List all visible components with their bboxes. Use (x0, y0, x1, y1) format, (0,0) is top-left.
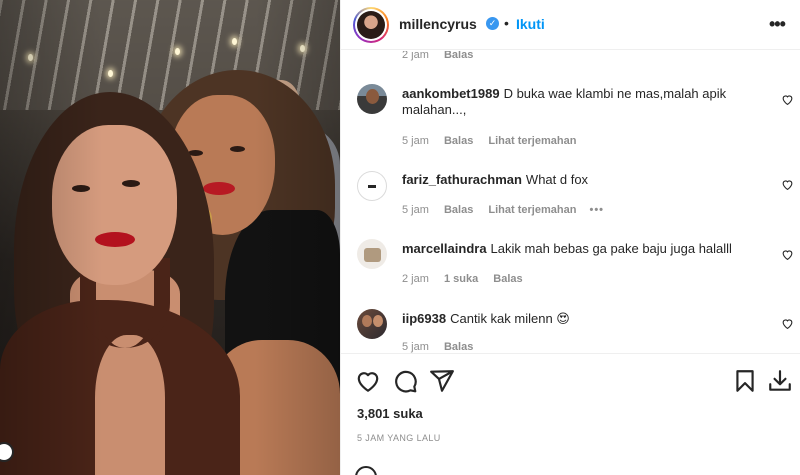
reply-button[interactable]: Balas (444, 341, 473, 353)
comment-text: What d fox (525, 172, 589, 187)
comment-meta: 5 jam Balas Lihat terjemahan (402, 135, 576, 147)
comment-time: 5 jam (402, 341, 429, 353)
like-comment-heart-icon[interactable] (781, 317, 794, 330)
likes-count[interactable]: 3,801 suka (357, 406, 423, 421)
comment-time: 5 jam (402, 135, 429, 147)
verified-badge-icon: ✓ (486, 17, 499, 30)
comment-body: iip6938 Cantik kak milenn 😍 (402, 311, 742, 327)
comment-meta: 5 jam Balas (402, 341, 473, 353)
comment-time: 2 jam (402, 51, 429, 61)
follow-button[interactable]: Ikuti (516, 16, 545, 32)
more-options-icon[interactable]: ••• (769, 14, 786, 35)
commenter-avatar[interactable] (357, 171, 387, 201)
comment-meta: 5 jam Balas Lihat terjemahan ••• (402, 204, 604, 216)
save-icon[interactable] (732, 368, 758, 394)
comment-time: 2 jam (402, 273, 429, 285)
comment-text: Lakik mah bebas ga pake baju juga halall… (490, 241, 732, 256)
comment-body: fariz_fathurachman What d fox (402, 172, 742, 188)
photo-shading (0, 0, 340, 475)
like-comment-heart-icon[interactable] (781, 93, 794, 106)
post-timestamp: 5 JAM YANG LALU (357, 433, 441, 443)
comment-meta: 2 jam Balas (402, 51, 473, 61)
post-header: millencyrus ✓ • Ikuti ••• (341, 0, 800, 50)
share-icon[interactable] (429, 368, 455, 394)
header-separator: • (504, 15, 509, 31)
see-translation-link[interactable]: Lihat terjemahan (488, 135, 576, 147)
heart-icon[interactable] (355, 368, 381, 394)
comment-body: aankombet1989 D buka wae klambi ne mas,ma… (402, 86, 742, 118)
comment-text: Cantik kak milenn 😍 (450, 311, 570, 326)
download-icon[interactable] (767, 368, 793, 394)
commenter-avatar[interactable] (357, 309, 387, 339)
author-avatar[interactable] (353, 7, 389, 43)
commenter-username[interactable]: iip6938 (402, 311, 446, 326)
like-comment-heart-icon[interactable] (781, 178, 794, 191)
comment-likes-count[interactable]: 1 suka (444, 273, 478, 285)
commenter-avatar[interactable] (357, 84, 387, 114)
post-photo[interactable] (0, 0, 340, 475)
comment-time: 5 jam (402, 204, 429, 216)
comment-body: marcellaindra Lakik mah bebas ga pake baj… (402, 241, 742, 257)
commenter-username[interactable]: marcellaindra (402, 241, 487, 256)
see-translation-link[interactable]: Lihat terjemahan (488, 204, 576, 216)
commenter-avatar[interactable] (357, 239, 387, 269)
like-comment-heart-icon[interactable] (781, 248, 794, 261)
reply-button[interactable]: Balas (444, 51, 473, 61)
post-detail-panel: millencyrus ✓ • Ikuti ••• 2 jam Balas aa… (340, 0, 800, 475)
reply-button[interactable]: Balas (444, 204, 473, 216)
author-username[interactable]: millencyrus (399, 16, 477, 32)
post-actions: 3,801 suka 5 JAM YANG LALU (341, 353, 800, 475)
reply-button[interactable]: Balas (444, 135, 473, 147)
reply-button[interactable]: Balas (493, 273, 522, 285)
comment-icon[interactable] (392, 368, 418, 394)
comment-more-icon[interactable]: ••• (589, 204, 604, 216)
commenter-username[interactable]: aankombet1989 (402, 86, 500, 101)
commenter-username[interactable]: fariz_fathurachman (402, 172, 522, 187)
comments-list[interactable]: 2 jam Balas aankombet1989 D buka wae klam… (341, 51, 800, 353)
emoji-icon[interactable] (355, 466, 377, 475)
comment-meta: 2 jam 1 suka Balas (402, 273, 523, 285)
